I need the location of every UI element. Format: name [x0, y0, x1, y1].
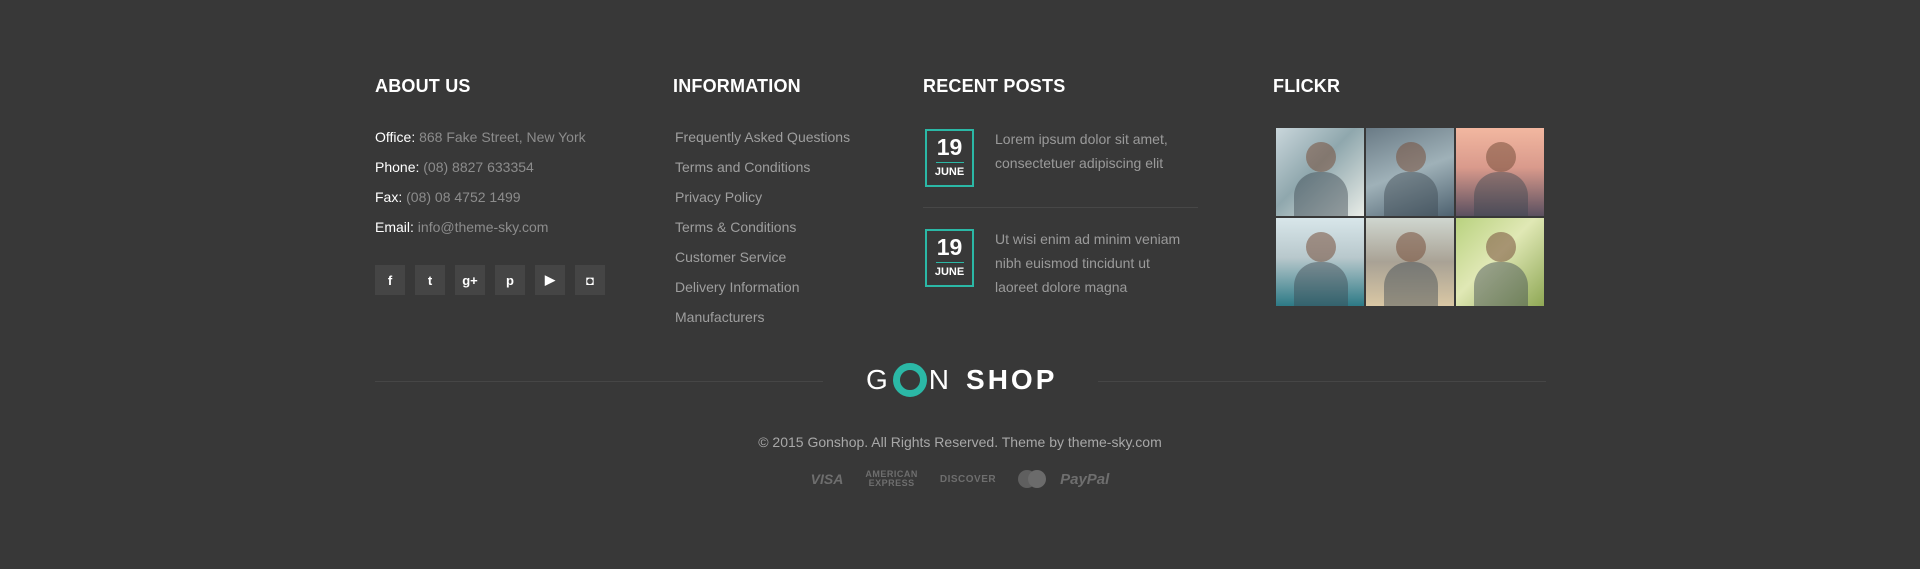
- info-link-manufacturers[interactable]: Manufacturers: [675, 307, 893, 327]
- post-day: 19: [936, 234, 963, 260]
- photo-body: [1474, 262, 1528, 306]
- logo-ring-icon: [892, 363, 927, 397]
- photo-body: [1474, 172, 1528, 216]
- logo-letter-n: N: [928, 364, 953, 395]
- logo-shop-text: SHOP: [966, 364, 1058, 395]
- site-logo[interactable]: G N SHOP: [866, 360, 1057, 400]
- facebook-button[interactable]: f: [375, 265, 405, 295]
- office-line: Office: 868 Fake Street, New York: [375, 127, 635, 147]
- information-links: Frequently Asked Questions Terms and Con…: [673, 127, 893, 327]
- facebook-icon: f: [387, 272, 393, 288]
- paypal-icon: PayPal: [1060, 470, 1110, 488]
- info-link-terms-conditions[interactable]: Terms & Conditions: [675, 217, 893, 237]
- post-date-badge: 19 JUNE: [925, 129, 974, 187]
- divider-right: [1098, 381, 1546, 382]
- info-link-privacy-policy[interactable]: Privacy Policy: [675, 187, 893, 207]
- email-link[interactable]: info@theme-sky.com: [418, 219, 549, 235]
- american-express-icon: AMERICAN EXPRESS: [865, 470, 918, 488]
- instagram-icon: ◘: [586, 272, 594, 288]
- flickr-grid: [1275, 127, 1545, 307]
- instagram-button[interactable]: ◘: [575, 265, 605, 295]
- google-plus-button[interactable]: g+: [455, 265, 485, 295]
- email-line: Email: info@theme-sky.com: [375, 217, 635, 237]
- social-links: f t g+ p ▶ ◘: [375, 265, 635, 295]
- post-day: 19: [936, 134, 963, 160]
- flickr-photo-1[interactable]: [1275, 127, 1365, 217]
- flickr-photo-3[interactable]: [1455, 127, 1545, 217]
- email-label: Email:: [375, 219, 414, 235]
- info-link-customer-service[interactable]: Customer Service: [675, 247, 893, 267]
- photo-body: [1294, 262, 1348, 306]
- information-title: INFORMATION: [673, 76, 801, 96]
- flickr-photo-4[interactable]: [1275, 217, 1365, 307]
- info-link-delivery-information[interactable]: Delivery Information: [675, 277, 893, 297]
- divider-left: [375, 381, 823, 382]
- pinterest-icon: p: [506, 272, 514, 288]
- date-divider: [935, 162, 964, 163]
- post-title-link[interactable]: Lorem ipsum dolor sit amet, consectetuer…: [995, 127, 1195, 175]
- copyright-text: © 2015 Gonshop. All Rights Reserved. The…: [758, 434, 1162, 450]
- google-plus-icon: g+: [462, 272, 478, 288]
- recent-posts-title: RECENT POSTS: [923, 76, 1066, 96]
- post-date-badge: 19 JUNE: [925, 229, 974, 287]
- flickr-photo-6[interactable]: [1455, 217, 1545, 307]
- photo-head: [1396, 142, 1426, 172]
- amex-line-2: EXPRESS: [868, 478, 915, 488]
- info-link-faq[interactable]: Frequently Asked Questions: [675, 127, 893, 147]
- pinterest-button[interactable]: p: [495, 265, 525, 295]
- post-month: JUNE: [934, 166, 965, 178]
- photo-body: [1384, 262, 1438, 306]
- post-month: JUNE: [934, 266, 965, 278]
- phone-label: Phone:: [375, 159, 420, 175]
- information-section: INFORMATION Frequently Asked Questions T…: [673, 76, 893, 337]
- payment-methods: VISA AMERICAN EXPRESS DISCOVER PayPal: [0, 470, 1920, 488]
- photo-head: [1486, 142, 1516, 172]
- flickr-title: FLICKR: [1273, 76, 1341, 96]
- fax-label: Fax:: [375, 189, 403, 205]
- flickr-photo-5[interactable]: [1365, 217, 1455, 307]
- twitter-button[interactable]: t: [415, 265, 445, 295]
- office-value: 868 Fake Street, New York: [419, 129, 586, 145]
- discover-icon: DISCOVER: [939, 473, 997, 485]
- phone-line: Phone: (08) 8827 633354: [375, 157, 635, 177]
- logo-letter-g: G: [866, 364, 891, 395]
- fax-value: (08) 08 4752 1499: [406, 189, 521, 205]
- recent-posts-section: RECENT POSTS 19 JUNE Lorem ipsum dolor s…: [923, 76, 1198, 327]
- photo-head: [1306, 232, 1336, 262]
- post-title-link[interactable]: Ut wisi enim ad minim veniam nibh euismo…: [995, 227, 1195, 299]
- photo-head: [1306, 142, 1336, 172]
- flickr-section: FLICKR: [1273, 76, 1548, 307]
- flickr-photo-2[interactable]: [1365, 127, 1455, 217]
- phone-value: (08) 8827 633354: [423, 159, 534, 175]
- office-label: Office:: [375, 129, 416, 145]
- about-us-title: ABOUT US: [375, 76, 471, 96]
- post-item: 19 JUNE Ut wisi enim ad minim veniam nib…: [923, 227, 1198, 327]
- fax-line: Fax: (08) 08 4752 1499: [375, 187, 635, 207]
- post-item: 19 JUNE Lorem ipsum dolor sit amet, cons…: [923, 127, 1198, 208]
- info-link-terms-and-conditions[interactable]: Terms and Conditions: [675, 157, 893, 177]
- youtube-icon: ▶: [545, 272, 555, 287]
- photo-body: [1384, 172, 1438, 216]
- about-us-section: ABOUT US Office: 868 Fake Street, New Yo…: [375, 76, 635, 295]
- visa-icon: VISA: [810, 471, 844, 487]
- photo-body: [1294, 172, 1348, 216]
- mastercard-icon: [1018, 470, 1047, 488]
- twitter-icon: t: [427, 272, 433, 288]
- photo-head: [1486, 232, 1516, 262]
- date-divider: [935, 262, 964, 263]
- youtube-button[interactable]: ▶: [535, 265, 565, 295]
- photo-head: [1396, 232, 1426, 262]
